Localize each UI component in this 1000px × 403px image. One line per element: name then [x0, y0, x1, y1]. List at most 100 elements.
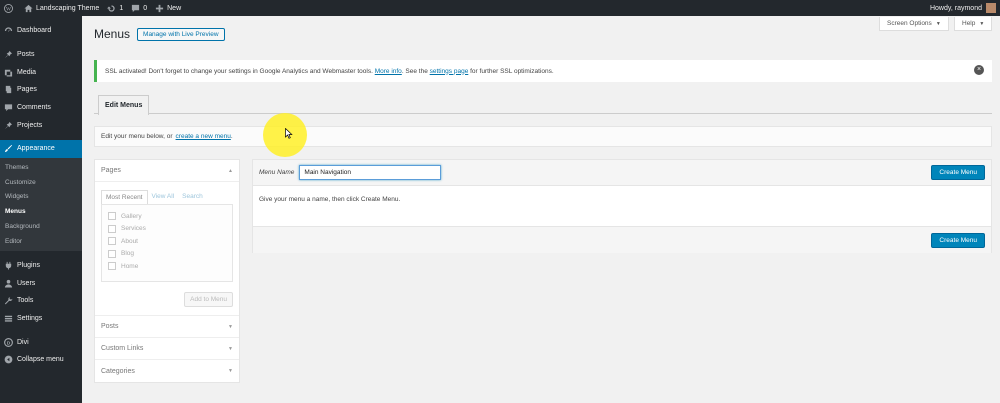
submenu-item-customize[interactable]: Customize: [0, 175, 82, 190]
caret-down-icon: ▼: [979, 20, 985, 27]
divi-icon: D: [4, 337, 13, 347]
wrench-icon: [4, 297, 13, 305]
list-item[interactable]: About: [108, 235, 226, 248]
sidebar-item-comments[interactable]: Comments: [0, 99, 82, 117]
sidebar-item-label: Collapse menu: [17, 356, 64, 364]
home-icon: [24, 4, 33, 12]
new-label: New: [167, 4, 182, 12]
settings-page-link[interactable]: settings page: [430, 68, 469, 75]
accordion-title: Categories: [101, 367, 135, 375]
add-menu-items-accordion: Pages ▲ Most Recent View All Search Gall…: [94, 159, 240, 383]
sidebar-item-label: Users: [17, 279, 36, 287]
caret-down-icon: ▼: [228, 368, 233, 374]
sidebar-item-divi[interactable]: D Divi: [0, 333, 82, 351]
accordion-section-pages[interactable]: Pages ▲: [95, 160, 239, 182]
accordion-title: Pages: [101, 167, 121, 174]
page-title: Menus: [94, 27, 131, 41]
nav-tab-wrapper: Edit Menus: [94, 95, 992, 115]
help-button[interactable]: Help ▼: [954, 17, 993, 31]
menu-name-label: Menu Name: [259, 169, 295, 176]
sidebar-item-settings[interactable]: Settings: [0, 310, 82, 328]
create-new-menu-link[interactable]: create a new menu: [176, 133, 231, 140]
avatar: [986, 3, 996, 13]
accordion-section-categories[interactable]: Categories ▼: [95, 360, 239, 382]
caret-down-icon: ▼: [935, 20, 941, 27]
manage-text: Edit your menu below, or: [101, 133, 173, 140]
dismiss-notice-icon[interactable]: ×: [974, 65, 984, 75]
sidebar-item-tools[interactable]: Tools: [0, 292, 82, 310]
main-content: Screen Options ▼ Help ▼ Menus Manage wit…: [82, 16, 1000, 403]
accordion-section-posts[interactable]: Posts ▼: [95, 316, 239, 338]
user-account-link[interactable]: Howdy, raymond: [926, 0, 1000, 16]
comments-link[interactable]: 0: [127, 0, 151, 16]
list-item[interactable]: Services: [108, 223, 226, 236]
add-to-menu-button[interactable]: Add to Menu: [184, 292, 233, 307]
manage-live-preview-button[interactable]: Manage with Live Preview: [137, 27, 225, 41]
submenu-item-editor[interactable]: Editor: [0, 234, 82, 249]
plus-icon: [156, 4, 164, 12]
updates-count: 1: [119, 4, 124, 12]
comment-icon: [4, 104, 13, 112]
caret-up-icon: ▲: [228, 167, 233, 174]
accordion-title: Posts: [101, 323, 119, 330]
ssl-notice: SSL activated! Don't forget to change yo…: [94, 60, 992, 82]
instructions-text: Give your menu a name, then click Create…: [259, 196, 401, 203]
sidebar-item-dashboard[interactable]: Dashboard: [0, 22, 82, 40]
new-content-link[interactable]: New: [151, 0, 185, 16]
submenu-item-menus[interactable]: Menus: [0, 204, 82, 219]
tab-most-recent[interactable]: Most Recent: [101, 190, 148, 204]
sidebar-item-label: Divi: [17, 338, 29, 346]
checkbox[interactable]: [108, 212, 116, 221]
tab-view-all[interactable]: View All: [148, 190, 179, 204]
site-name-link[interactable]: Landscaping Theme: [20, 0, 103, 16]
sidebar-item-plugins[interactable]: Plugins: [0, 257, 82, 275]
sidebar-item-appearance[interactable]: Appearance: [0, 140, 82, 158]
sidebar-item-label: Tools: [17, 297, 34, 305]
sidebar-item-projects[interactable]: Projects: [0, 116, 82, 134]
list-item[interactable]: Home: [108, 260, 226, 273]
list-item[interactable]: Blog: [108, 248, 226, 261]
notice-text: SSL activated! Don't forget to change yo…: [105, 67, 554, 75]
wordpress-logo-icon[interactable]: W: [0, 0, 20, 16]
sidebar-item-media[interactable]: Media: [0, 63, 82, 81]
sidebar-item-label: Comments: [17, 104, 51, 112]
checkbox[interactable]: [108, 262, 116, 271]
caret-down-icon: ▼: [228, 323, 233, 330]
manage-menus-box: Edit your menu below, or create a new me…: [94, 126, 992, 147]
submenu-item-background[interactable]: Background: [0, 219, 82, 234]
page-header: Menus Manage with Live Preview: [94, 27, 225, 41]
page-icon: [5, 86, 12, 94]
menu-name-input[interactable]: Main Navigation: [299, 165, 442, 180]
pages-checklist: Gallery Services About Blog Home: [101, 204, 233, 282]
tab-edit-menus[interactable]: Edit Menus: [98, 95, 150, 115]
screen-options-button[interactable]: Screen Options ▼: [879, 17, 949, 31]
more-info-link[interactable]: More info: [375, 68, 402, 75]
settings-icon: [4, 315, 13, 322]
sidebar-item-label: Settings: [17, 315, 43, 322]
create-menu-button[interactable]: Create Menu: [931, 165, 985, 180]
sidebar-item-posts[interactable]: Posts: [0, 46, 82, 64]
help-link-wrap: Help ▼: [954, 17, 993, 31]
checkbox[interactable]: [108, 249, 116, 258]
list-item[interactable]: Gallery: [108, 210, 226, 223]
collapse-icon: [4, 356, 13, 364]
create-menu-button-bottom[interactable]: Create Menu: [931, 232, 985, 248]
accordion-section-custom-links[interactable]: Custom Links ▼: [95, 338, 239, 360]
submenu-item-themes[interactable]: Themes: [0, 160, 82, 175]
screen-options-label: Screen Options: [887, 20, 932, 27]
admin-sidebar: Dashboard Posts Media Pages Comments Pro…: [0, 16, 82, 403]
checkbox[interactable]: [108, 237, 116, 246]
collapse-menu-button[interactable]: Collapse menu: [0, 351, 82, 369]
menu-management-panel: Menu Name Main Navigation Create Menu Gi…: [252, 159, 992, 253]
updates-link[interactable]: 1: [103, 0, 127, 16]
tab-search[interactable]: Search: [178, 190, 207, 204]
plugin-icon: [5, 261, 12, 270]
sidebar-item-pages[interactable]: Pages: [0, 81, 82, 99]
updates-icon: [107, 4, 115, 12]
sidebar-item-users[interactable]: Users: [0, 274, 82, 292]
accordion-title: Custom Links: [101, 345, 144, 352]
pin-icon: [4, 50, 13, 59]
checkbox[interactable]: [108, 224, 116, 233]
submenu-item-widgets[interactable]: Widgets: [0, 189, 82, 204]
comment-bubble-icon: [132, 4, 140, 12]
